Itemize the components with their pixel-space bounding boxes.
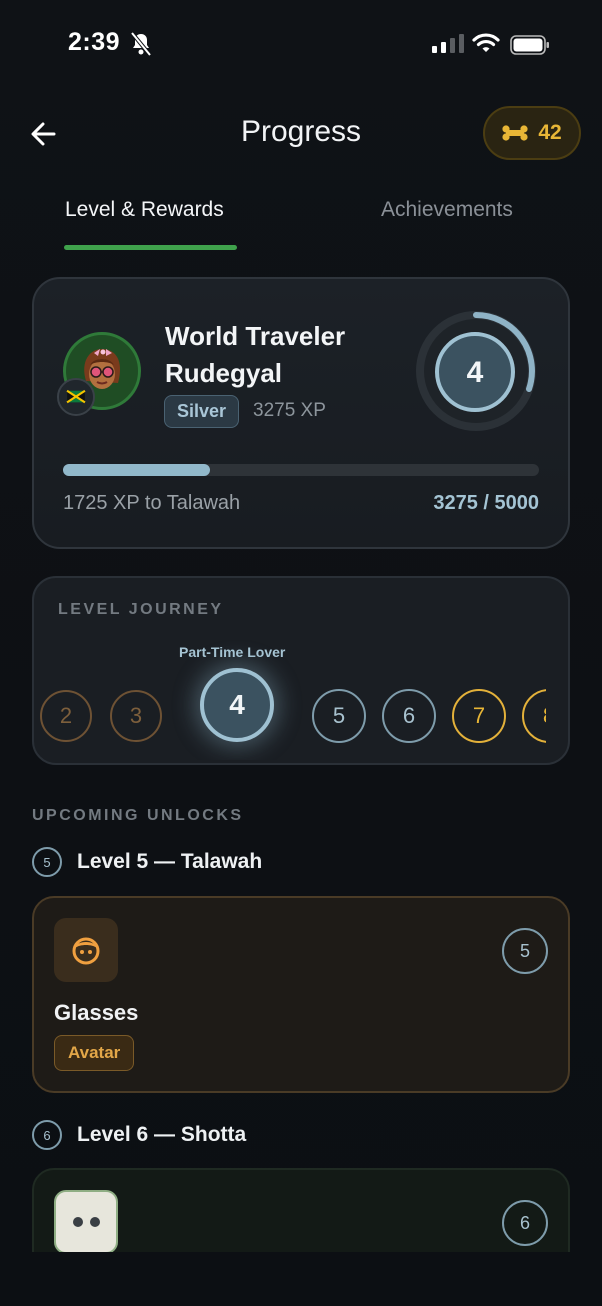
level-5-circle: 5 <box>32 847 62 877</box>
active-tab-indicator <box>64 245 237 250</box>
journey-level-node[interactable]: 3 <box>110 690 162 742</box>
reward-level-circle: 6 <box>502 1200 548 1246</box>
level-6-heading-row: 6 Level 6 — Shotta <box>32 1120 246 1150</box>
dice-icon <box>54 1190 118 1254</box>
upcoming-unlocks-label: UPCOMING UNLOCKS <box>32 807 244 824</box>
tier-badge: Silver <box>164 395 240 428</box>
tab-level-rewards[interactable]: Level & Rewards <box>65 198 224 222</box>
journey-level-node[interactable]: 2 <box>40 690 92 742</box>
current-level-number: 4 <box>467 356 484 389</box>
battery-icon <box>510 35 549 55</box>
level-5-heading: Level 5 — Talawah <box>77 850 263 873</box>
xp-progress-fill <box>63 464 210 476</box>
level-progress-ring: 4 <box>416 311 536 431</box>
bone-icon <box>502 125 528 141</box>
current-level-caption: Part-Time Lover <box>179 644 286 660</box>
xp-fraction: 3275 / 5000 <box>433 492 539 514</box>
level-5-heading-row: 5 Level 5 — Talawah <box>32 847 262 877</box>
xp-to-next-level: 1725 XP to Talawah <box>63 492 241 514</box>
status-time: 2:39 <box>68 28 121 56</box>
journey-level-node[interactable]: 7 <box>452 689 506 743</box>
journey-level-node[interactable]: 6 <box>382 689 436 743</box>
wifi-icon <box>472 33 500 52</box>
user-title-name: World Traveler Rudegyal <box>165 318 405 392</box>
bones-count: 42 <box>538 121 562 144</box>
jamaica-flag-icon <box>57 378 95 416</box>
reward-icon-tile <box>54 918 118 982</box>
reward-category-tag: Avatar <box>54 1035 135 1071</box>
xp-total: 3275 XP <box>253 400 326 421</box>
journey-level-node[interactable]: 8 <box>522 689 546 743</box>
user-name: Rudegyal <box>165 358 283 388</box>
bottom-safe-area <box>0 1252 602 1306</box>
journey-current-level-node[interactable]: 4 <box>200 668 274 742</box>
cellular-signal-icon <box>432 34 464 53</box>
level-6-circle: 6 <box>32 1120 62 1150</box>
user-title: World Traveler <box>165 321 346 351</box>
tab-achievements[interactable]: Achievements <box>381 198 513 222</box>
silent-bell-icon <box>130 32 152 56</box>
face-icon <box>72 937 100 965</box>
level-journey-track[interactable]: Part-Time Lover 2 3 4 5 6 7 8 <box>34 640 546 760</box>
level-6-heading: Level 6 — Shotta <box>77 1123 247 1146</box>
level-journey-label: LEVEL JOURNEY <box>58 601 224 618</box>
reward-name: Glasses <box>54 1000 139 1025</box>
reward-level-circle: 5 <box>502 928 548 974</box>
journey-level-node[interactable]: 5 <box>312 689 366 743</box>
bones-counter-button[interactable]: 42 <box>483 106 581 160</box>
